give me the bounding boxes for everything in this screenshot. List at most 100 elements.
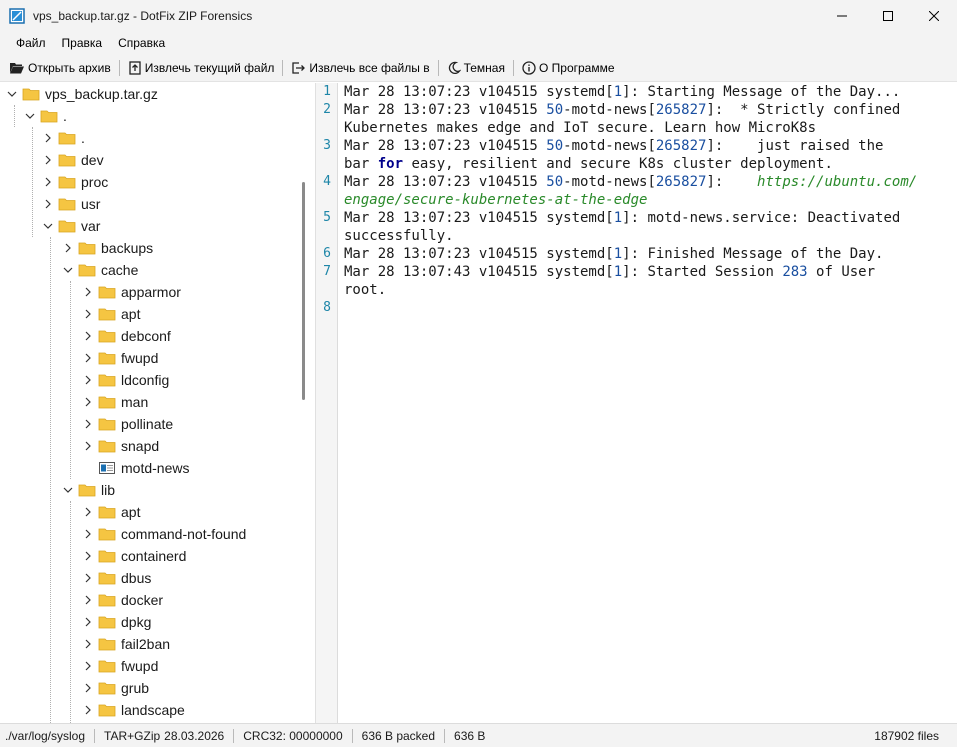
- menu-edit[interactable]: Правка: [54, 31, 111, 55]
- folder-icon: [58, 154, 76, 167]
- chevron-right-icon: [85, 595, 91, 605]
- extract-current-button[interactable]: Извлечь текущий файл: [125, 56, 278, 80]
- tree-node-dotdot[interactable]: .: [42, 127, 85, 149]
- tree-label: .: [81, 130, 85, 146]
- tree-node-lib-item[interactable]: landscape: [82, 699, 185, 721]
- tree-node-cache-item[interactable]: pollinate: [82, 413, 173, 435]
- info-icon: [522, 61, 536, 75]
- line-number: 8: [323, 300, 331, 315]
- theme-toggle-button[interactable]: Темная: [444, 56, 508, 80]
- about-label: О Программе: [538, 61, 615, 75]
- tree-node-dot[interactable]: .: [24, 105, 67, 127]
- line-number: 7: [323, 264, 331, 279]
- tree-node-lib-item[interactable]: docker: [82, 589, 163, 611]
- tree-label: proc: [81, 174, 109, 190]
- maximize-icon: [883, 10, 893, 21]
- tree-label: fwupd: [121, 350, 159, 366]
- file-tree[interactable]: vps_backup.tar.gz . . dev proc usr var b…: [0, 83, 315, 723]
- chevron-down-icon: [63, 267, 73, 273]
- tree-node-cache-item[interactable]: apt: [82, 303, 140, 325]
- minimize-button[interactable]: [819, 0, 865, 31]
- folder-icon: [58, 132, 76, 145]
- tree-node-lib-item[interactable]: fwupd: [82, 655, 158, 677]
- tree-node-root[interactable]: vps_backup.tar.gz: [6, 83, 158, 105]
- tree-node-var[interactable]: var: [42, 215, 100, 237]
- tree-node-lib-item[interactable]: dpkg: [82, 611, 151, 633]
- folder-icon: [98, 374, 116, 387]
- toolbar-separator: [437, 60, 439, 76]
- tree-node-lib-item[interactable]: fail2ban: [82, 633, 170, 655]
- tree-node-cache-item[interactable]: fwupd: [82, 347, 158, 369]
- tree-label: fwupd: [121, 658, 159, 674]
- tree-scrollbar[interactable]: [302, 182, 305, 400]
- tree-node-cache-item[interactable]: ldconfig: [82, 369, 169, 391]
- tree-label: cache: [101, 262, 139, 278]
- tree-label: dev: [81, 152, 104, 168]
- folder-icon: [40, 110, 58, 123]
- folder-icon: [98, 704, 116, 717]
- tree-label: usr: [81, 196, 101, 212]
- chevron-right-icon: [85, 705, 91, 715]
- chevron-right-icon: [45, 133, 51, 143]
- tree-node-usr[interactable]: usr: [42, 193, 100, 215]
- moon-icon: [448, 61, 461, 75]
- tree-node-cache-item[interactable]: debconf: [82, 325, 171, 347]
- tree-node-lib-item[interactable]: grub: [82, 677, 149, 699]
- toolbar-separator: [118, 60, 120, 76]
- line-number-gutter: 1 2 3 4 5 6 7 8: [316, 83, 338, 723]
- chevron-right-icon: [85, 661, 91, 671]
- tree-node-proc[interactable]: proc: [42, 171, 108, 193]
- toolbar: Открыть архив Извлечь текущий файл Извле…: [0, 55, 957, 82]
- menu-help[interactable]: Справка: [110, 31, 173, 55]
- status-separator: [94, 728, 96, 743]
- tree-node-lib-item[interactable]: containerd: [82, 545, 186, 567]
- folder-icon: [98, 660, 116, 673]
- line-number: 4: [323, 174, 331, 189]
- maximize-button[interactable]: [865, 0, 911, 31]
- status-separator: [351, 728, 353, 743]
- tree-label: apt: [121, 306, 141, 322]
- tree-node-lib-item[interactable]: command-not-found: [82, 523, 246, 545]
- minimize-icon: [837, 15, 847, 16]
- close-button[interactable]: [911, 0, 957, 31]
- chevron-right-icon: [85, 397, 91, 407]
- code-line: Mar 28 13:07:23 v104515 systemd[1]: Fini…: [344, 246, 884, 262]
- chevron-right-icon: [85, 617, 91, 627]
- toolbar-separator: [512, 60, 514, 76]
- chevron-right-icon: [85, 639, 91, 649]
- tree-label: .: [63, 108, 67, 124]
- folder-icon: [78, 484, 96, 497]
- tree-node-motd-news[interactable]: motd-news: [98, 457, 189, 479]
- folder-icon: [98, 616, 116, 629]
- about-button[interactable]: О Программе: [519, 56, 618, 80]
- code-line: Mar 28 13:07:43 v104515 systemd[1]: Star…: [344, 264, 876, 280]
- status-separator: [233, 728, 235, 743]
- tree-node-cache[interactable]: cache: [62, 259, 138, 281]
- toolbar-separator: [282, 60, 284, 76]
- tree-label: landscape: [121, 702, 185, 718]
- folder-icon: [98, 440, 116, 453]
- menu-bar: Файл Правка Справка: [0, 31, 957, 55]
- code-line: root.: [344, 282, 387, 298]
- tree-label: debconf: [121, 328, 171, 344]
- app-icon: [9, 7, 25, 24]
- folder-icon: [98, 418, 116, 431]
- tree-node-dev[interactable]: dev: [42, 149, 104, 171]
- tree-node-cache-item[interactable]: snapd: [82, 435, 159, 457]
- code-line: Mar 28 13:07:23 v104515 systemd[1]: motd…: [344, 210, 901, 226]
- tree-node-lib[interactable]: lib: [62, 479, 115, 501]
- folder-icon: [78, 264, 96, 277]
- file-viewer[interactable]: 1 2 3 4 5 6 7 8 Mar 28 13:07:23 v104515 …: [316, 83, 957, 723]
- tree-label: docker: [121, 592, 164, 608]
- tree-label: var: [81, 218, 101, 234]
- tree-label: fail2ban: [121, 636, 171, 652]
- tree-label: motd-news: [121, 460, 190, 476]
- tree-node-lib-item[interactable]: dbus: [82, 567, 151, 589]
- extract-all-button[interactable]: Извлечь все файлы в: [288, 56, 432, 80]
- tree-node-cache-item[interactable]: man: [82, 391, 148, 413]
- tree-node-backups[interactable]: backups: [62, 237, 153, 259]
- open-archive-button[interactable]: Открыть архив: [6, 56, 114, 80]
- tree-node-lib-item[interactable]: apt: [82, 501, 140, 523]
- tree-node-cache-item[interactable]: apparmor: [82, 281, 181, 303]
- menu-file[interactable]: Файл: [8, 31, 54, 55]
